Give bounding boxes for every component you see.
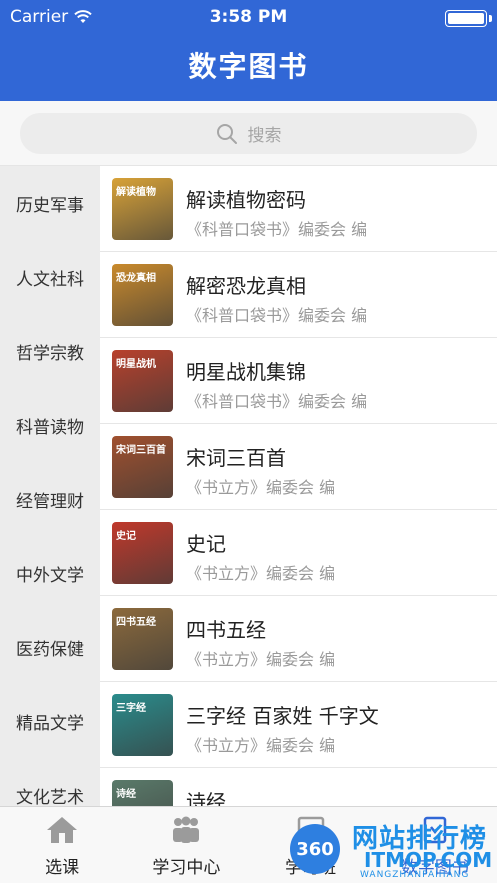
class-icon bbox=[297, 816, 324, 843]
tab-bar: 选课 学习中心 学习班 数字图书 bbox=[0, 806, 497, 883]
sidebar-item-finance[interactable]: 经管理财 bbox=[0, 462, 100, 536]
book-title: 四书五经 bbox=[186, 618, 266, 642]
tab-label: 学习班 bbox=[285, 858, 337, 878]
search-input[interactable]: 搜索 bbox=[20, 113, 477, 154]
search-bar: 搜索 bbox=[0, 101, 497, 166]
sidebar-item-philosophy[interactable]: 哲学宗教 bbox=[0, 314, 100, 388]
book-list: 解读植物 解读植物密码 《科普口袋书》编委会 编 恐龙真相 解密恐龙真相 《科普… bbox=[100, 166, 497, 806]
book-cover: 四书五经 bbox=[112, 608, 173, 670]
book-author: 《科普口袋书》编委会 编 bbox=[186, 306, 368, 325]
book-cover: 三字经 bbox=[112, 694, 173, 756]
book-cover: 宋词三百首 bbox=[112, 436, 173, 498]
book-author: 《科普口袋书》编委会 编 bbox=[186, 220, 368, 239]
book-author: 《书立方》编委会 编 bbox=[186, 736, 336, 755]
status-time: 3:58 PM bbox=[209, 7, 288, 27]
sidebar-item-literature[interactable]: 中外文学 bbox=[0, 536, 100, 610]
sidebar-item-history[interactable]: 历史军事 bbox=[0, 166, 100, 240]
book-title: 解读植物密码 bbox=[186, 188, 306, 212]
book-title: 史记 bbox=[186, 532, 226, 556]
battery-tip bbox=[489, 15, 492, 22]
list-item[interactable]: 明星战机 明星战机集锦 《科普口袋书》编委会 编 bbox=[100, 338, 497, 424]
tab-label: 选课 bbox=[45, 858, 80, 878]
home-icon bbox=[47, 817, 78, 843]
book-author: 《书立方》编委会 编 bbox=[186, 478, 336, 497]
list-item[interactable]: 解读植物 解读植物密码 《科普口袋书》编委会 编 bbox=[100, 166, 497, 252]
tab-class[interactable]: 学习班 bbox=[249, 807, 373, 883]
status-bar: Carrier 3:58 PM bbox=[0, 0, 497, 34]
book-cover: 史记 bbox=[112, 522, 173, 584]
tab-courses[interactable]: 选课 bbox=[0, 807, 124, 883]
sidebar-item-health[interactable]: 医药保健 bbox=[0, 610, 100, 684]
book-author: 《书立方》编委会 编 bbox=[186, 564, 336, 583]
list-item[interactable]: 四书五经 四书五经 《书立方》编委会 编 bbox=[100, 596, 497, 682]
book-author: 《科普口袋书》编委会 编 bbox=[186, 392, 368, 411]
tab-label: 数字图书 bbox=[400, 858, 469, 878]
book-cover: 恐龙真相 bbox=[112, 264, 173, 326]
tab-digital-books[interactable]: 数字图书 bbox=[373, 807, 497, 883]
list-item[interactable]: 宋词三百首 宋词三百首 《书立方》编委会 编 bbox=[100, 424, 497, 510]
page-title: 数字图书 bbox=[188, 50, 309, 83]
category-sidebar: 历史军事 人文社科 哲学宗教 科普读物 经管理财 中外文学 医药保健 精品文学 … bbox=[0, 166, 100, 806]
list-item[interactable]: 诗经 诗经 bbox=[100, 768, 497, 806]
book-icon bbox=[423, 816, 447, 844]
book-cover: 诗经 bbox=[112, 780, 173, 806]
list-item[interactable]: 史记 史记 《书立方》编委会 编 bbox=[100, 510, 497, 596]
book-cover: 解读植物 bbox=[112, 178, 173, 240]
book-title: 三字经 百家姓 千字文 bbox=[186, 704, 379, 728]
search-icon bbox=[216, 123, 237, 144]
book-author: 《书立方》编委会 编 bbox=[186, 650, 336, 669]
people-icon bbox=[173, 816, 200, 843]
sidebar-item-fine-literature[interactable]: 精品文学 bbox=[0, 684, 100, 758]
tab-label: 学习中心 bbox=[152, 858, 221, 878]
tab-learning-center[interactable]: 学习中心 bbox=[124, 807, 248, 883]
sidebar-item-science[interactable]: 科普读物 bbox=[0, 388, 100, 462]
list-item[interactable]: 三字经 三字经 百家姓 千字文 《书立方》编委会 编 bbox=[100, 682, 497, 768]
book-title: 宋词三百首 bbox=[186, 446, 286, 470]
list-item[interactable]: 恐龙真相 解密恐龙真相 《科普口袋书》编委会 编 bbox=[100, 252, 497, 338]
sidebar-item-arts[interactable]: 文化艺术 bbox=[0, 758, 100, 807]
book-title: 明星战机集锦 bbox=[186, 360, 306, 384]
book-title: 解密恐龙真相 bbox=[186, 274, 306, 298]
book-cover: 明星战机 bbox=[112, 350, 173, 412]
book-title: 诗经 bbox=[186, 790, 226, 806]
sidebar-item-humanities[interactable]: 人文社科 bbox=[0, 240, 100, 314]
battery-icon bbox=[445, 10, 487, 27]
app-header: Carrier 3:58 PM 数字图书 bbox=[0, 0, 497, 101]
search-placeholder: 搜索 bbox=[247, 126, 282, 146]
